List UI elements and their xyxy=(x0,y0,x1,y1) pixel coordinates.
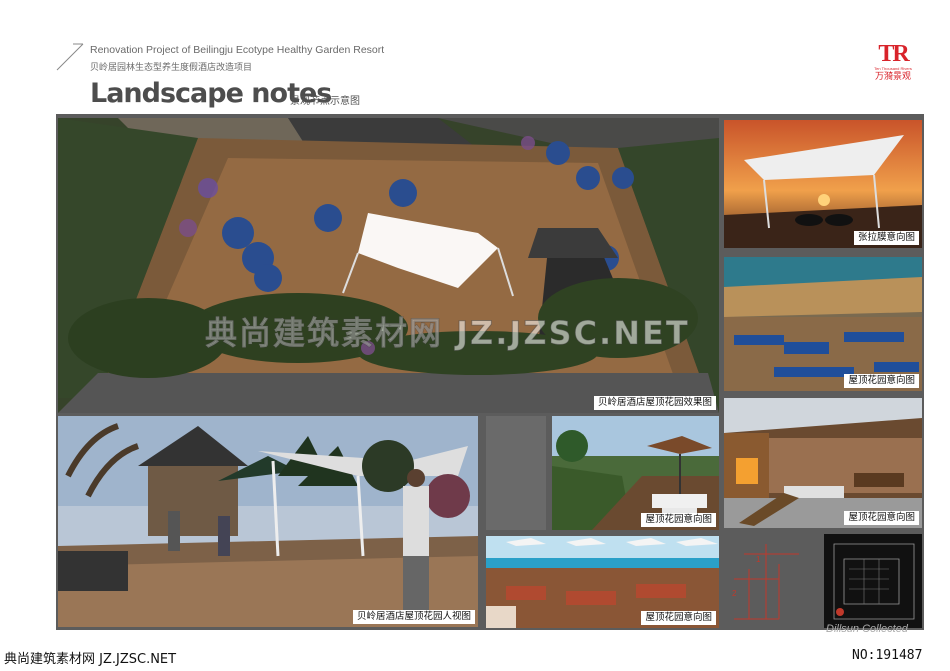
empty-placeholder-panel xyxy=(486,416,546,530)
roof-garden-image-1 xyxy=(724,257,922,391)
collected-label: Dillsun Collected xyxy=(826,623,908,635)
footer-source: 典尚建筑素材网 JZ.JZSC.NET xyxy=(4,652,177,667)
roof-garden-panel-3: 屋顶花园意向图 xyxy=(724,398,922,528)
tensile-membrane-caption: 张拉膜意向图 xyxy=(853,231,919,245)
key-plan-label-2: 2 xyxy=(732,589,737,598)
project-subtitle: 贝岭居园林生态型养生度假酒店改造项目 xyxy=(90,62,253,72)
logo-sub-cn: 万漪景观 xyxy=(874,71,911,81)
company-logo: TR Ten Thousand Rivers 万漪景观 xyxy=(870,42,916,82)
tensile-membrane-image xyxy=(724,120,922,248)
roof-garden-caption-2: 屋顶花园意向图 xyxy=(641,513,716,527)
slash-mark-icon xyxy=(56,43,84,71)
roof-garden-panel-4: 屋顶花园意向图 xyxy=(486,536,719,628)
main-rendering-panel: 贝岭居酒店屋顶花园效果图 xyxy=(58,118,719,413)
watermark: 典尚建筑素材网 JZ.JZSC.NET xyxy=(205,314,690,353)
project-title: Renovation Project of Beilingju Ecotype … xyxy=(90,44,385,56)
perspective-panel: 贝岭居酒店屋顶花园人视图 xyxy=(58,416,478,627)
tensile-membrane-panel: 张拉膜意向图 xyxy=(724,120,922,248)
key-plan-label-1: 1 xyxy=(756,555,761,564)
site-marker-icon xyxy=(836,608,844,616)
layout-board: 贝岭居酒店屋顶花园效果图 张拉膜意向图 屋顶花园意向图 贝岭居酒店屋顶花园人视图… xyxy=(56,114,924,630)
roof-garden-image-3 xyxy=(724,398,922,528)
roof-garden-panel-1: 屋顶花园意向图 xyxy=(724,257,922,391)
roof-garden-panel-2: 屋顶花园意向图 xyxy=(552,416,719,530)
perspective-image xyxy=(58,416,478,627)
key-plan-diagram: 1 2 xyxy=(732,534,922,628)
header: Renovation Project of Beilingju Ecotype … xyxy=(0,0,950,112)
roof-garden-caption-4: 屋顶花园意向图 xyxy=(641,611,716,625)
roof-garden-caption-3: 屋顶花园意向图 xyxy=(844,511,919,525)
key-plan-lines xyxy=(734,544,799,620)
footer-number: NO:191487 xyxy=(852,648,923,663)
page-title-cn: 景观节点示意图 xyxy=(290,96,360,107)
main-rendering-caption: 贝岭居酒店屋顶花园效果图 xyxy=(593,396,716,410)
key-plan-panel: 1 2 xyxy=(724,534,922,628)
rooftop-rendering-image xyxy=(58,118,719,413)
roof-garden-caption-1: 屋顶花园意向图 xyxy=(844,374,919,388)
perspective-caption: 贝岭居酒店屋顶花园人视图 xyxy=(352,610,475,624)
logo-mark: TR xyxy=(878,41,909,67)
